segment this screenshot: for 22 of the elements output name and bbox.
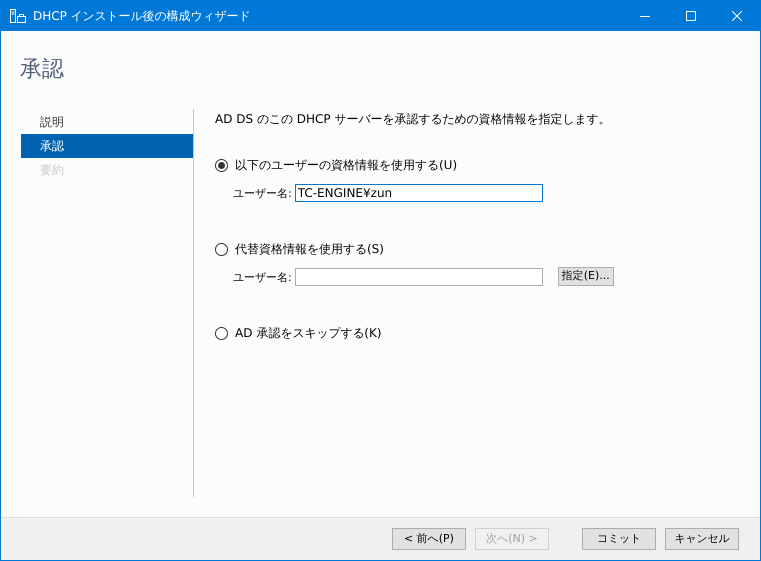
description-text: AD DS のこの DHCP サーバーを承認するための資格情報を指定します。 (215, 111, 612, 126)
maximize-icon (686, 11, 696, 21)
radio-button[interactable] (215, 326, 228, 340)
wizard-button[interactable]: < 前へ(P) (392, 528, 466, 550)
app-icon (9, 8, 26, 24)
page-heading: 承認 (20, 56, 65, 84)
field-label: ユーザー名: (233, 270, 292, 286)
specify-button[interactable]: 指定(E)... (558, 267, 614, 286)
option-label[interactable]: 以下のユーザーの資格情報を使用する(U) (235, 156, 458, 174)
option-label[interactable]: AD 承認をスキップする(K) (235, 324, 382, 342)
close-icon (732, 11, 742, 21)
username-field[interactable]: TC-ENGINE¥zun (294, 184, 543, 202)
field-label: ユーザー名: (233, 186, 292, 202)
wizard-button[interactable]: コミット (582, 528, 656, 550)
wizard-button[interactable]: キャンセル (665, 528, 739, 550)
window-title: DHCP インストール後の構成ウィザード (33, 8, 251, 25)
option-label[interactable]: 代替資格情報を使用する(S) (235, 240, 384, 258)
step-item[interactable]: 承認 (21, 134, 193, 158)
step-item[interactable]: 説明 (21, 110, 193, 134)
radio-button[interactable] (215, 158, 228, 172)
radio-button[interactable] (215, 242, 228, 256)
username-field[interactable] (294, 268, 543, 286)
